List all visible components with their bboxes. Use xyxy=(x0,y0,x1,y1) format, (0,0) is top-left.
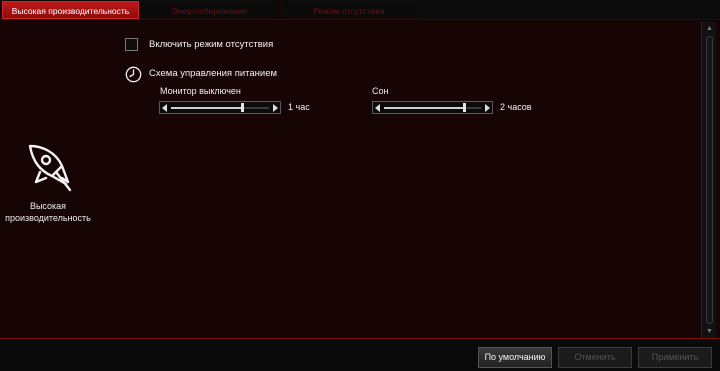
default-button[interactable]: По умолчанию xyxy=(478,347,552,368)
clock-icon xyxy=(125,66,142,83)
monitor-off-label: Монитор выключен xyxy=(160,86,241,96)
sleep-slider[interactable] xyxy=(372,101,493,114)
rocket-icon xyxy=(28,144,72,192)
slider-track[interactable] xyxy=(171,103,269,112)
profile-label: Высокая производительность xyxy=(0,200,96,224)
scroll-up-arrow-icon[interactable]: ▲ xyxy=(705,24,714,33)
scroll-track[interactable] xyxy=(706,36,713,324)
monitor-off-value: 1 час xyxy=(288,102,310,112)
slider-left-arrow-icon[interactable] xyxy=(375,104,380,112)
slider-fill xyxy=(384,107,464,109)
tab-high-performance[interactable]: Высокая производительность xyxy=(2,1,139,19)
scroll-down-arrow-icon[interactable]: ▼ xyxy=(705,327,714,336)
vertical-scrollbar[interactable]: ▲ ▼ xyxy=(701,22,716,338)
power-plan-label: Схема управления питанием xyxy=(149,68,278,79)
slider-fill xyxy=(171,107,242,109)
slider-track[interactable] xyxy=(384,103,481,112)
profile-label-line2: производительность xyxy=(5,213,91,223)
away-mode-label[interactable]: Включить режим отсутствия xyxy=(149,39,273,50)
settings-panel xyxy=(0,21,720,338)
profile-label-line1: Высокая xyxy=(29,201,67,211)
cancel-button[interactable]: Отменить xyxy=(558,347,632,368)
slider-left-arrow-icon[interactable] xyxy=(162,104,167,112)
monitor-off-slider[interactable] xyxy=(159,101,281,114)
slider-right-arrow-icon[interactable] xyxy=(485,104,490,112)
apply-button[interactable]: Применить xyxy=(638,347,712,368)
sleep-label: Сон xyxy=(372,86,389,96)
away-mode-checkbox[interactable] xyxy=(125,38,138,51)
tab-bar: Высокая производительность Энергосбереже… xyxy=(0,0,720,20)
footer-bar: По умолчанию Отменить Применить xyxy=(0,338,720,371)
tab-power-saving[interactable]: Энергосбережение xyxy=(141,1,278,19)
tab-away-mode[interactable]: Режим отсутствия xyxy=(280,1,418,19)
slider-thumb[interactable] xyxy=(462,103,466,112)
slider-thumb[interactable] xyxy=(240,103,244,112)
sleep-value: 2 часов xyxy=(500,102,532,112)
slider-right-arrow-icon[interactable] xyxy=(273,104,278,112)
